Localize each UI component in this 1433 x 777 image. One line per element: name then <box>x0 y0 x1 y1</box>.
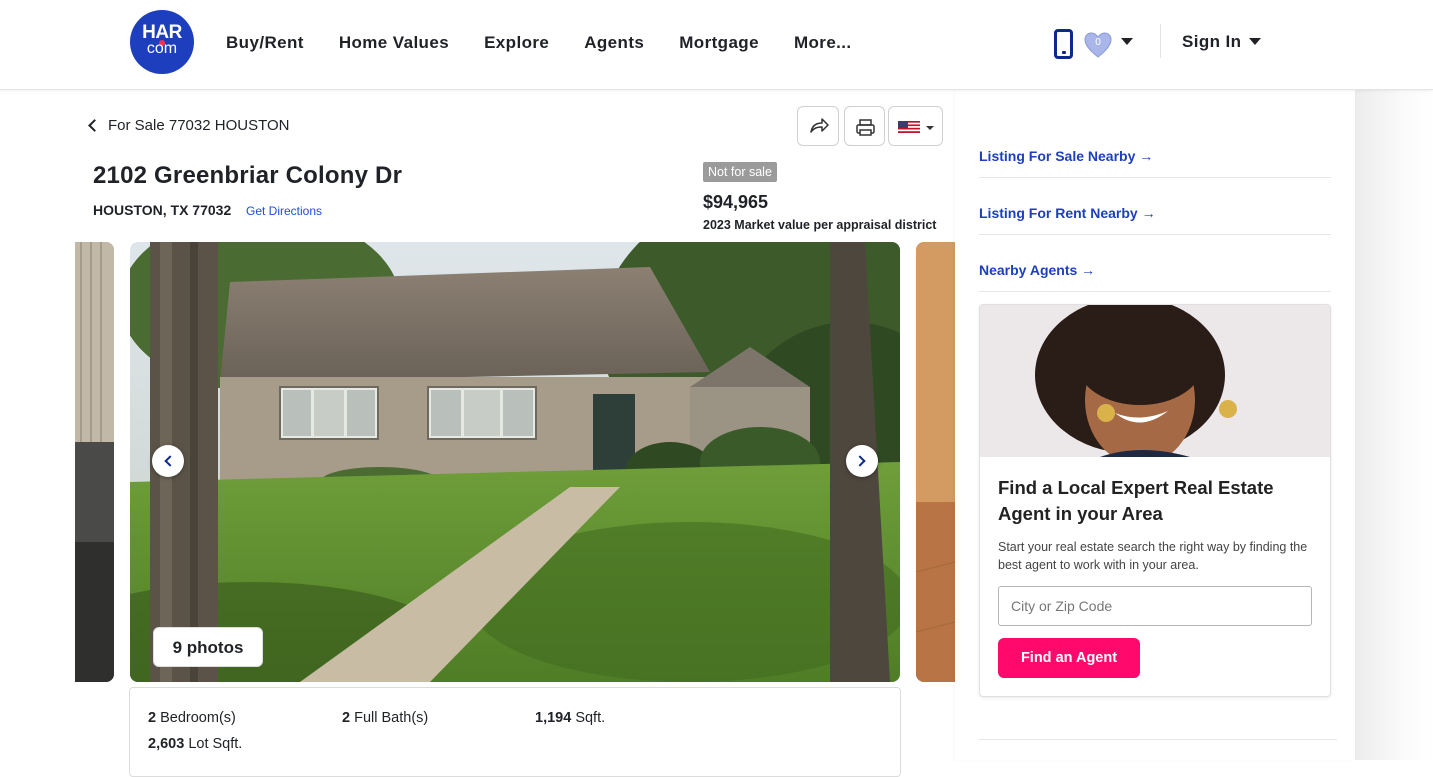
fact-sqft-value: 1,194 <box>535 710 572 726</box>
property-address: 2102 Greenbriar Colony Dr <box>93 162 403 189</box>
chevron-left-icon <box>164 455 176 467</box>
fact-baths-value: 2 <box>342 710 351 726</box>
favorites-count: 0 <box>1095 37 1101 48</box>
carousel-prev-button[interactable] <box>152 445 184 477</box>
agent-photo <box>980 305 1330 457</box>
sidebar-divider <box>979 177 1331 178</box>
nav-mortgage[interactable]: Mortgage <box>679 33 759 53</box>
property-facts: 2 Bedroom(s) 2 Full Bath(s) 1,194 Sqft. … <box>129 687 901 777</box>
carousel-next-button[interactable] <box>846 445 878 477</box>
market-value-price: $94,965 <box>703 192 769 212</box>
listing-for-rent-nearby-link[interactable]: Listing For Rent Nearby → <box>979 205 1156 221</box>
nav-home-values[interactable]: Home Values <box>339 33 449 53</box>
sign-in-dropdown-icon[interactable] <box>1249 38 1261 45</box>
property-city-line: HOUSTON, TX 77032 <box>93 202 232 218</box>
share-icon <box>810 118 829 133</box>
main-house-photo[interactable] <box>130 242 900 682</box>
breadcrumb[interactable]: For Sale 77032 HOUSTON <box>86 117 289 134</box>
sidebar-divider <box>979 739 1337 740</box>
us-flag-icon <box>898 121 934 133</box>
fact-bedrooms: 2 Bedroom(s) <box>148 710 236 726</box>
status-badge: Not for sale <box>703 162 777 182</box>
sign-in-button[interactable]: Sign In <box>1182 32 1241 52</box>
previous-photo-thumbnail[interactable] <box>75 242 114 682</box>
nav-agents[interactable]: Agents <box>584 33 644 53</box>
share-button[interactable] <box>797 106 839 146</box>
fact-bedrooms-label: Bedroom(s) <box>156 710 236 726</box>
mobile-phone-icon[interactable] <box>1054 29 1073 59</box>
breadcrumb-label: For Sale 77032 HOUSTON <box>108 117 290 134</box>
listing-for-sale-nearby-link[interactable]: Listing For Sale Nearby → <box>979 148 1153 164</box>
fact-sqft-label: Sqft. <box>571 710 606 726</box>
sidebar-divider <box>979 291 1331 292</box>
next-photo-thumbnail[interactable] <box>916 242 955 682</box>
card-title: Find a Local Expert Real Estate Agent in… <box>998 477 1274 524</box>
fact-lot-sqft: 2,603 Lot Sqft. <box>148 736 242 752</box>
find-an-agent-button[interactable]: Find an Agent <box>998 638 1140 678</box>
main-nav: Buy/Rent Home Values Explore Agents Mort… <box>226 33 887 53</box>
fact-lot-sqft-label: Lot Sqft. <box>184 736 243 752</box>
fact-lot-sqft-value: 2,603 <box>148 736 185 752</box>
print-button[interactable] <box>844 106 885 146</box>
nav-more[interactable]: More... <box>794 33 852 53</box>
city-zip-input[interactable] <box>998 586 1312 626</box>
logo-text-bottom: com <box>146 40 178 57</box>
view-photos-button[interactable]: 9 photos <box>153 627 263 667</box>
fact-baths: 2 Full Bath(s) <box>342 710 428 726</box>
fact-sqft: 1,194 Sqft. <box>535 710 605 726</box>
fact-baths-label: Full Bath(s) <box>350 710 429 726</box>
top-header: HAR com Buy/Rent Home Values Explore Age… <box>0 0 1433 90</box>
price-note: 2023 Market value per appraisal district <box>703 218 937 232</box>
favorites-dropdown-icon[interactable] <box>1121 38 1133 45</box>
find-agent-card: Find a Local Expert Real Estate Agent in… <box>979 304 1331 697</box>
header-divider <box>1160 24 1161 58</box>
nav-buy-rent[interactable]: Buy/Rent <box>226 33 304 53</box>
card-description: Start your real estate search the right … <box>998 540 1308 572</box>
chevron-left-icon <box>88 119 101 132</box>
har-logo[interactable]: HAR com <box>130 10 194 74</box>
page-backdrop <box>1355 90 1433 760</box>
nav-explore[interactable]: Explore <box>484 33 549 53</box>
nearby-agents-link[interactable]: Nearby Agents → <box>979 262 1095 278</box>
get-directions-link[interactable]: Get Directions <box>246 204 322 218</box>
printer-icon <box>856 119 875 136</box>
sidebar-divider <box>979 234 1331 235</box>
language-selector[interactable] <box>888 106 943 146</box>
fact-bedrooms-value: 2 <box>148 710 157 726</box>
chevron-right-icon <box>854 455 866 467</box>
right-sidebar: Listing For Sale Nearby → Listing For Re… <box>955 90 1355 760</box>
